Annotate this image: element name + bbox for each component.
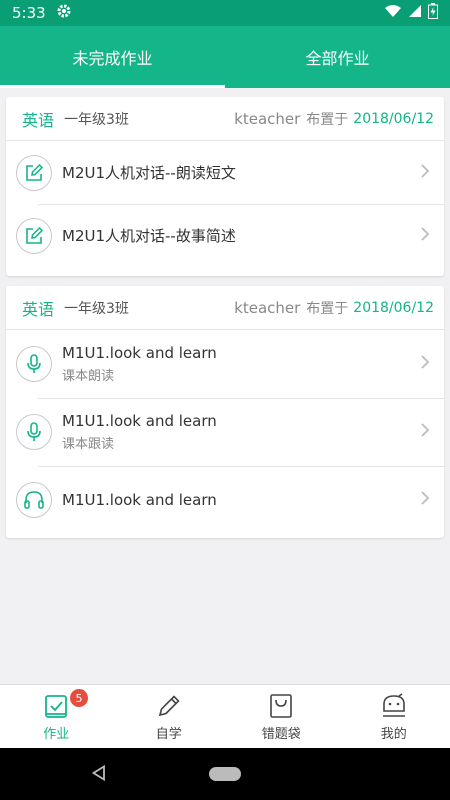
notification-badge: 5: [70, 689, 88, 707]
status-time: 5:33: [12, 4, 46, 22]
signal-icon: [408, 4, 422, 22]
edit-icon: [16, 154, 52, 191]
tab-label: 全部作业: [305, 49, 370, 68]
homework-item[interactable]: M1U1.look and learn: [6, 466, 444, 534]
card-header: 英语 一年级3班 kteacher 布置于 2018/06/12: [6, 97, 444, 141]
item-title: M1U1.look and learn: [62, 491, 217, 509]
pencil-icon: [156, 691, 182, 721]
nav-label: 自学: [155, 727, 182, 742]
microphone-icon: [16, 346, 52, 382]
nav-label: 我的: [380, 727, 407, 742]
system-navigation-bar: [0, 748, 450, 800]
microphone-icon: [16, 414, 52, 450]
homework-item[interactable]: M1U1.look and learn 课本跟读: [6, 398, 444, 466]
gear-icon: [56, 3, 72, 23]
subject-label: 英语: [22, 110, 55, 130]
chevron-right-icon: [420, 354, 430, 374]
back-icon[interactable]: [91, 764, 106, 785]
item-subtitle: 课本跟读: [62, 437, 115, 452]
class-label: 一年级3班: [64, 300, 129, 317]
homework-card: 英语 一年级3班 kteacher 布置于 2018/06/12 M1U1.lo…: [6, 286, 444, 538]
item-title: M2U1人机对话--朗读短文: [62, 164, 236, 182]
assigned-date: 2018/06/12: [353, 110, 434, 127]
item-title: M2U1人机对话--故事简述: [62, 227, 236, 245]
edit-icon: [16, 217, 52, 254]
profile-icon: [380, 691, 408, 721]
bottom-navigation: 5 作业 自学 错题袋 我的: [0, 684, 450, 748]
item-title: M1U1.look and learn: [62, 344, 217, 362]
homework-item[interactable]: M1U1.look and learn 课本朗读: [6, 330, 444, 398]
card-header: 英语 一年级3班 kteacher 布置于 2018/06/12: [6, 286, 444, 330]
nav-label: 错题袋: [261, 727, 301, 742]
wifi-icon: [384, 4, 402, 22]
chevron-right-icon: [420, 490, 430, 510]
homework-icon: [44, 691, 68, 721]
nav-profile[interactable]: 我的: [338, 685, 450, 748]
item-title: M1U1.look and learn: [62, 412, 217, 430]
status-bar: 5:33: [0, 0, 450, 26]
teacher-name: kteacher: [234, 298, 301, 317]
teacher-name: kteacher: [234, 109, 301, 128]
assigned-label: 布置于: [306, 300, 349, 317]
assigned-date: 2018/06/12: [353, 299, 434, 316]
chevron-right-icon: [420, 422, 430, 442]
nav-self-study[interactable]: 自学: [113, 685, 226, 748]
headphones-icon: [16, 482, 52, 518]
subject-label: 英语: [22, 299, 55, 319]
tab-all-homework[interactable]: 全部作业: [225, 26, 450, 88]
assigned-label: 布置于: [306, 111, 349, 128]
chevron-right-icon: [420, 163, 430, 183]
battery-icon: [428, 3, 438, 23]
bag-icon: [269, 691, 293, 721]
tab-bar: 未完成作业 全部作业: [0, 26, 450, 88]
homework-item[interactable]: M2U1人机对话--故事简述: [6, 204, 444, 267]
chevron-right-icon: [420, 226, 430, 246]
class-label: 一年级3班: [64, 111, 129, 128]
home-button[interactable]: [209, 767, 241, 781]
tab-unfinished-homework[interactable]: 未完成作业: [0, 26, 225, 88]
homework-item[interactable]: M2U1人机对话--朗读短文: [6, 141, 444, 204]
nav-homework[interactable]: 5 作业: [0, 685, 113, 748]
tab-label: 未完成作业: [72, 49, 153, 68]
nav-label: 作业: [43, 727, 70, 742]
homework-card: 英语 一年级3班 kteacher 布置于 2018/06/12 M2U1人机对…: [6, 97, 444, 276]
nav-mistake-bag[interactable]: 错题袋: [225, 685, 338, 748]
item-subtitle: 课本朗读: [62, 369, 115, 384]
